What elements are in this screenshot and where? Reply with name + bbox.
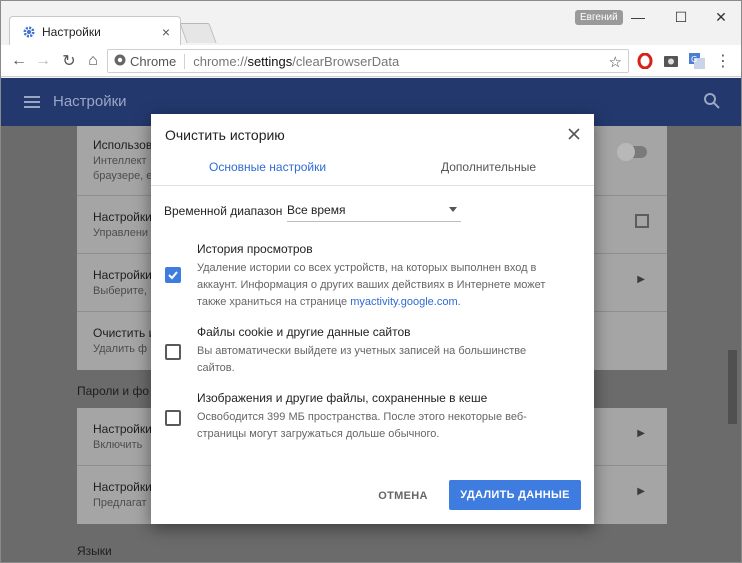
back-icon[interactable]: ← <box>7 49 31 73</box>
opera-extension-icon[interactable] <box>635 51 655 71</box>
menu-dots-icon[interactable]: ⋮ <box>713 51 733 71</box>
option-title: История просмотров <box>197 242 313 256</box>
svg-text:G: G <box>691 55 697 64</box>
gear-icon <box>22 25 36 39</box>
time-range-value: Все время <box>287 203 346 217</box>
hamburger-menu-icon[interactable] <box>23 93 41 111</box>
chevron-right-icon: ▶ <box>637 274 645 285</box>
tab-title: Настройки <box>42 24 101 39</box>
browser-window: Настройки × Евгений — ☐ ✕ ← → ↻ ⌂ Chrome… <box>0 0 742 563</box>
time-range-label: Временной диапазон <box>164 204 283 218</box>
option-description: Освободится 399 МБ пространства. После э… <box>197 411 527 440</box>
maximize-icon[interactable]: ☐ <box>667 5 695 29</box>
screenshot-extension-icon[interactable] <box>661 51 681 71</box>
checkbox-browsing-history[interactable] <box>165 267 181 283</box>
checkbox-cookies[interactable] <box>165 344 181 360</box>
secure-label: Chrome <box>130 53 186 69</box>
settings-title: Настройки <box>53 93 127 110</box>
scrollbar-thumb[interactable] <box>728 350 737 424</box>
checkbox-cache[interactable] <box>165 410 181 426</box>
url-scheme: chrome:// <box>193 53 248 69</box>
cancel-button[interactable]: ОТМЕНА <box>373 481 433 511</box>
search-icon[interactable] <box>703 92 721 110</box>
section-passwords: Пароли и фо <box>77 384 150 398</box>
toggle-switch[interactable] <box>617 143 647 161</box>
section-languages: Языки <box>77 544 112 558</box>
translate-extension-icon[interactable]: G <box>687 51 707 71</box>
minimize-icon[interactable]: — <box>624 5 652 29</box>
browser-toolbar: ← → ↻ ⌂ Chrome chrome:// settings /clear… <box>1 45 741 77</box>
option-description: Удаление истории со всех устройств, на к… <box>197 260 557 311</box>
reload-icon[interactable]: ↻ <box>57 49 81 73</box>
title-bar: Настройки × Евгений — ☐ ✕ <box>1 1 741 46</box>
time-range-select[interactable]: Все время <box>287 198 461 222</box>
tab-settings[interactable]: Настройки × <box>9 16 181 46</box>
close-icon[interactable]: ✕ <box>707 5 735 29</box>
myactivity-link[interactable]: myactivity.google.com <box>350 296 457 308</box>
address-bar[interactable]: Chrome chrome:// settings /clearBrowserD… <box>107 49 629 73</box>
option-title: Изображения и другие файлы, сохраненные … <box>197 391 488 405</box>
bookmark-star-icon[interactable]: ☆ <box>609 53 622 71</box>
forward-icon[interactable]: → <box>31 49 55 73</box>
external-link-icon[interactable] <box>635 214 649 228</box>
chevron-right-icon: ▶ <box>637 486 645 497</box>
home-icon[interactable]: ⌂ <box>81 49 105 73</box>
option-description: Вы автоматически выйдете из учетных запи… <box>197 345 527 374</box>
chrome-page-icon <box>114 54 126 69</box>
dialog-title: Очистить историю <box>165 127 285 143</box>
url-path: /clearBrowserData <box>292 53 400 69</box>
new-tab-button[interactable] <box>179 23 217 43</box>
delete-data-button[interactable]: УДАЛИТЬ ДАННЫЕ <box>449 480 581 510</box>
tab-advanced[interactable]: Дополнительные <box>441 160 536 174</box>
url-host: settings <box>247 53 293 69</box>
option-title: Файлы cookie и другие данные сайтов <box>197 325 411 339</box>
profile-name[interactable]: Евгений <box>575 10 623 25</box>
tab-basic[interactable]: Основные настройки <box>209 160 326 174</box>
close-icon[interactable] <box>564 124 584 144</box>
chevron-right-icon: ▶ <box>637 428 645 439</box>
tab-close-icon[interactable]: × <box>156 22 176 42</box>
clear-history-dialog: Очистить историю Основные настройки Допо… <box>151 114 594 524</box>
option-description-end: . <box>457 296 461 308</box>
dropdown-caret-icon <box>449 207 457 212</box>
dialog-tabs: Основные настройки Дополнительные <box>151 152 594 186</box>
